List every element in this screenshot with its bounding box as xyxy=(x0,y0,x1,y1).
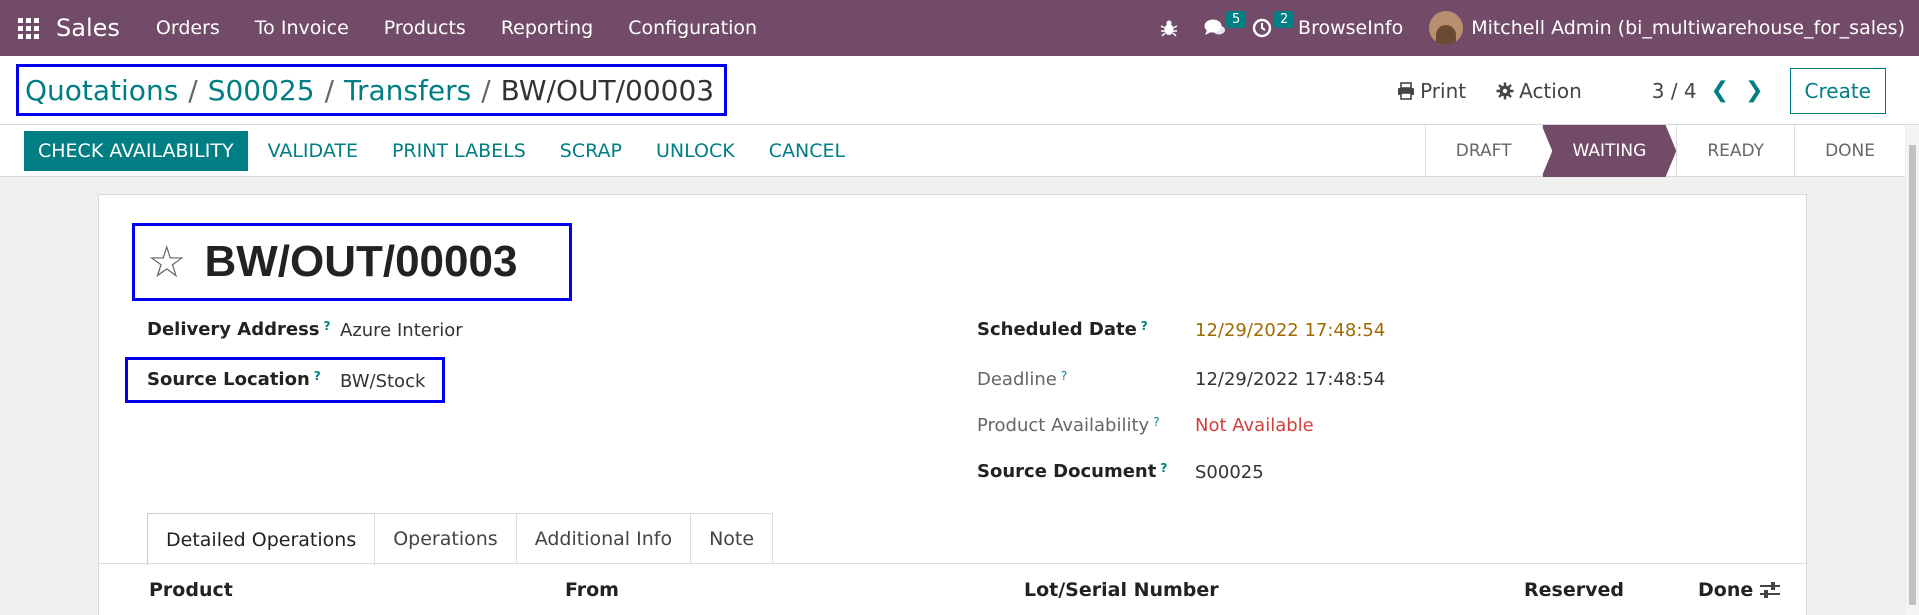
tab-note[interactable]: Note xyxy=(690,513,774,564)
source-document-label: Source Document? xyxy=(977,461,1168,482)
create-button[interactable]: Create xyxy=(1789,67,1886,114)
column-done[interactable]: Done xyxy=(1698,579,1753,601)
notebook-tabs: Detailed Operations Operations Additiona… xyxy=(147,513,774,565)
scrollbar[interactable] xyxy=(1906,125,1919,615)
optional-columns-icon[interactable] xyxy=(1759,581,1781,603)
breadcrumb-separator: / xyxy=(481,73,491,107)
control-panel-right: Print Action 3 / 4 ❮ ❯ Create xyxy=(1397,56,1919,125)
systray: 5 2 BrowseInfo Mitchell Admin (bi_multiw… xyxy=(1160,0,1905,56)
help-icon[interactable]: ? xyxy=(1061,369,1067,383)
star-icon[interactable]: ☆ xyxy=(147,237,186,288)
cancel-button[interactable]: CANCEL xyxy=(769,140,845,162)
column-reserved[interactable]: Reserved xyxy=(1524,579,1624,601)
gear-icon xyxy=(1496,82,1514,99)
breadcrumb-separator: / xyxy=(188,73,198,107)
breadcrumb-order[interactable]: S00025 xyxy=(208,74,315,107)
grid-icon xyxy=(17,17,39,39)
help-icon[interactable]: ? xyxy=(1160,461,1167,475)
breadcrumb-separator: / xyxy=(324,73,335,107)
action-button[interactable]: Action xyxy=(1496,79,1582,103)
print-button[interactable]: Print xyxy=(1397,79,1466,103)
chat-icon xyxy=(1204,19,1226,35)
activities-button[interactable]: 2 xyxy=(1252,11,1295,38)
deadline-value[interactable]: 12/29/2022 17:48:54 xyxy=(1195,369,1385,390)
control-panel: Quotations / S00025 / Transfers / BW/OUT… xyxy=(0,56,1919,125)
pager-previous-icon[interactable]: ❮ xyxy=(1711,78,1729,103)
bug-icon xyxy=(1160,20,1178,37)
scrap-button[interactable]: SCRAP xyxy=(560,140,622,162)
tab-divider xyxy=(99,563,1808,564)
tab-operations[interactable]: Operations xyxy=(374,513,517,564)
help-icon[interactable]: ? xyxy=(1141,319,1148,333)
delivery-address-value[interactable]: Azure Interior xyxy=(340,320,463,341)
breadcrumb-current: BW/OUT/00003 xyxy=(500,73,715,107)
avatar[interactable] xyxy=(1429,11,1464,45)
menu-configuration[interactable]: Configuration xyxy=(628,17,757,39)
unlock-button[interactable]: UNLOCK xyxy=(656,140,735,162)
title-highlight: ☆ BW/OUT/00003 xyxy=(132,223,572,301)
top-navbar: Sales Orders To Invoice Products Reporti… xyxy=(0,0,1919,56)
form-sheet: ☆ BW/OUT/00003 Delivery Address? Azure I… xyxy=(98,194,1808,615)
stage-waiting[interactable]: WAITING xyxy=(1541,125,1677,177)
pager-next-icon[interactable]: ❯ xyxy=(1745,78,1763,103)
debug-button[interactable] xyxy=(1160,19,1178,37)
source-location-value[interactable]: BW/Stock xyxy=(340,371,425,392)
product-availability-value: Not Available xyxy=(1195,415,1314,436)
print-labels-button[interactable]: PRINT LABELS xyxy=(392,140,526,162)
print-label: Print xyxy=(1420,78,1467,103)
help-icon[interactable]: ? xyxy=(1153,415,1159,429)
messages-badge: 5 xyxy=(1226,11,1247,28)
menu-reporting[interactable]: Reporting xyxy=(501,17,593,39)
help-icon[interactable]: ? xyxy=(314,369,321,383)
deadline-label: Deadline? xyxy=(977,369,1068,390)
statusbar-buttons: CHECK AVAILABILITY VALIDATE PRINT LABELS… xyxy=(24,131,859,171)
menu-to-invoice[interactable]: To Invoice xyxy=(255,17,349,39)
help-icon[interactable]: ? xyxy=(324,319,331,333)
apps-menu-button[interactable] xyxy=(0,0,56,56)
stage-draft[interactable]: DRAFT xyxy=(1424,125,1542,177)
user-menu[interactable]: Mitchell Admin (bi_multiwarehouse_for_sa… xyxy=(1471,17,1905,39)
source-document-value[interactable]: S00025 xyxy=(1195,462,1264,483)
tab-additional-info[interactable]: Additional Info xyxy=(515,513,692,564)
stage-ready[interactable]: READY xyxy=(1676,125,1794,177)
scheduled-date-value[interactable]: 12/29/2022 17:48:54 xyxy=(1195,320,1385,341)
messages-button[interactable]: 5 xyxy=(1204,11,1247,38)
status-stages: DRAFT WAITING READY DONE xyxy=(1424,125,1905,177)
print-icon xyxy=(1398,81,1415,100)
company-switcher[interactable]: BrowseInfo xyxy=(1298,17,1403,39)
source-location-label: Source Location? xyxy=(147,369,321,390)
pager-value[interactable]: 3 / 4 xyxy=(1652,79,1697,103)
menu-products[interactable]: Products xyxy=(384,17,466,39)
app-name[interactable]: Sales xyxy=(56,14,120,42)
stage-done[interactable]: DONE xyxy=(1794,125,1905,177)
delivery-address-label: Delivery Address? xyxy=(147,319,331,340)
action-label: Action xyxy=(1519,78,1582,103)
menu-orders[interactable]: Orders xyxy=(156,17,220,39)
breadcrumb-quotations[interactable]: Quotations xyxy=(25,74,178,107)
validate-button[interactable]: VALIDATE xyxy=(268,140,358,162)
breadcrumb: Quotations / S00025 / Transfers / BW/OUT… xyxy=(16,64,728,116)
check-availability-button[interactable]: CHECK AVAILABILITY xyxy=(24,131,248,171)
tab-detailed-operations[interactable]: Detailed Operations xyxy=(147,513,376,565)
product-availability-label: Product Availability? xyxy=(977,415,1160,436)
form-statusbar: CHECK AVAILABILITY VALIDATE PRINT LABELS… xyxy=(0,125,1905,177)
breadcrumb-transfers[interactable]: Transfers xyxy=(344,74,471,107)
record-title: BW/OUT/00003 xyxy=(204,237,518,286)
activities-badge: 2 xyxy=(1274,11,1295,28)
clock-icon xyxy=(1252,18,1272,38)
column-from[interactable]: From xyxy=(565,579,619,601)
column-lot-serial[interactable]: Lot/Serial Number xyxy=(1024,579,1219,601)
column-product[interactable]: Product xyxy=(149,579,233,601)
scheduled-date-label: Scheduled Date? xyxy=(977,319,1148,340)
